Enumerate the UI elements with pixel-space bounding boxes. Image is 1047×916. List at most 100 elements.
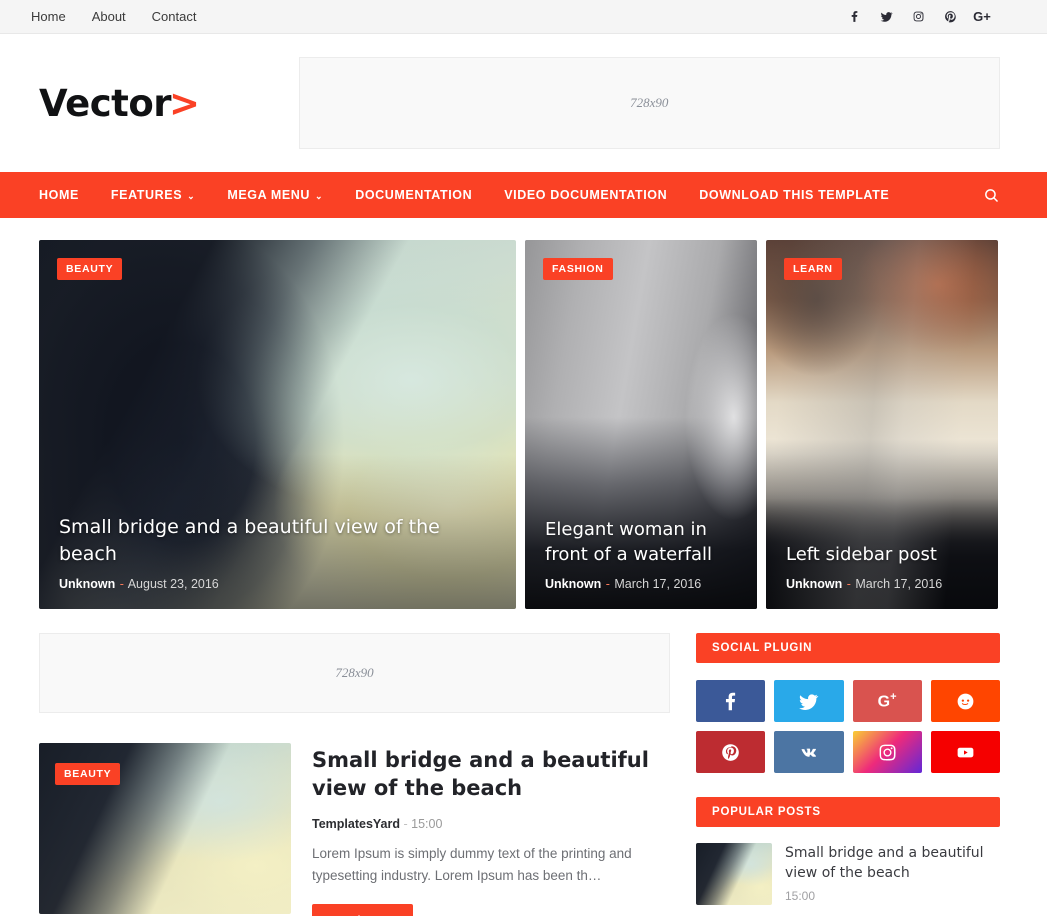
site-logo[interactable]: Vector > <box>39 82 200 125</box>
top-bar: Home About Contact G+ <box>0 0 1047 34</box>
facebook-button[interactable] <box>696 680 766 722</box>
featured-card-1-date: August 23, 2016 <box>127 577 219 591</box>
youtube-icon <box>957 747 974 757</box>
social-plugin-widget: SOCIAL PLUGIN G+ <box>696 633 1000 773</box>
googleplus-icon[interactable]: G+ <box>973 9 991 24</box>
popular-post-thumbnail-image <box>696 843 772 905</box>
read-more-button[interactable]: Read more <box>312 903 414 916</box>
category-badge-beauty[interactable]: BEAUTY <box>57 258 123 280</box>
search-button[interactable] <box>983 187 1022 204</box>
reddit-icon <box>957 693 974 709</box>
social-plugin-title: SOCIAL PLUGIN <box>696 633 1000 663</box>
post-thumbnail[interactable]: BEAUTY <box>39 743 291 914</box>
nav-item-video-documentation[interactable]: VIDEO DOCUMENTATION <box>488 188 683 202</box>
twitter-icon[interactable] <box>879 10 893 24</box>
popular-post-thumbnail[interactable] <box>696 843 772 905</box>
top-nav-about[interactable]: About <box>92 9 126 24</box>
nav-item-home-label: HOME <box>39 188 79 202</box>
main-column: 728x90 BEAUTY Small bridge and a beautif… <box>39 633 670 916</box>
site-header: Vector > 728x90 <box>0 34 1047 172</box>
featured-card-3-overlay: Left sidebar post Unknown - March 17, 20… <box>786 542 978 591</box>
content-ad-banner[interactable]: 728x90 <box>39 633 670 713</box>
featured-card-1-overlay: Small bridge and a beautiful view of the… <box>59 514 496 591</box>
nav-item-documentation-label: DOCUMENTATION <box>355 188 473 202</box>
logo-chevron-icon: > <box>169 81 200 125</box>
page-root: Home About Contact G+ Vector > 728x90 HO… <box>0 0 1047 916</box>
nav-item-video-documentation-label: VIDEO DOCUMENTATION <box>504 188 668 202</box>
content-ad-label: 728x90 <box>335 665 374 680</box>
meta-separator: - <box>119 577 124 591</box>
instagram-button[interactable] <box>852 731 922 773</box>
nav-item-home[interactable]: HOME <box>39 188 95 202</box>
googleplus-button[interactable]: G+ <box>852 680 922 722</box>
sidebar: SOCIAL PLUGIN G+ POPULAR POSTS Small bri… <box>696 633 1000 916</box>
meta-separator: - <box>605 577 610 591</box>
pinterest-icon[interactable] <box>943 10 957 24</box>
facebook-icon <box>726 692 736 710</box>
search-icon <box>985 188 999 202</box>
featured-card-2-overlay: Elegant woman in front of a waterfall Un… <box>545 517 737 591</box>
top-nav-home[interactable]: Home <box>31 9 66 24</box>
main-navigation: HOME FEATURES ⌄ MEGA MENU ⌄ DOCUMENTATIO… <box>0 172 1047 218</box>
nav-item-mega-menu-label: MEGA MENU <box>227 188 311 202</box>
instagram-icon[interactable] <box>911 10 925 24</box>
top-bar-nav: Home About Contact <box>31 9 196 24</box>
popular-post-item[interactable]: Small bridge and a beautiful view of the… <box>696 843 1000 905</box>
pinterest-icon <box>722 743 739 761</box>
featured-card-2-author[interactable]: Unknown <box>545 577 601 591</box>
featured-card-3-date: March 17, 2016 <box>855 577 943 591</box>
post-meta: TemplatesYard - 15:00 <box>312 817 670 831</box>
featured-card-2-date: March 17, 2016 <box>614 577 702 591</box>
category-badge-learn[interactable]: LEARN <box>784 258 842 280</box>
post-body: Small bridge and a beautiful view of the… <box>312 743 670 916</box>
featured-card-2[interactable]: FASHION Elegant woman in front of a wate… <box>525 240 757 609</box>
post-title[interactable]: Small bridge and a beautiful view of the… <box>312 747 670 803</box>
top-nav-contact[interactable]: Contact <box>152 9 197 24</box>
post-excerpt: Lorem Ipsum is simply dummy text of the … <box>312 845 632 883</box>
nav-item-download-template-label: DOWNLOAD THIS TEMPLATE <box>699 188 890 202</box>
popular-posts-list: Small bridge and a beautiful view of the… <box>696 843 1000 905</box>
nav-item-mega-menu[interactable]: MEGA MENU ⌄ <box>211 188 339 202</box>
youtube-button[interactable] <box>930 731 1000 773</box>
popular-post-time: 15:00 <box>785 888 816 903</box>
popular-post-body: Small bridge and a beautiful view of the… <box>785 843 1000 903</box>
top-bar-social-links: G+ <box>847 9 1027 24</box>
vk-button[interactable] <box>774 731 844 773</box>
popular-posts-widget: POPULAR POSTS Small bridge and a beautif… <box>696 797 1000 905</box>
popular-post-title[interactable]: Small bridge and a beautiful view of the… <box>785 844 1000 884</box>
post-author[interactable]: TemplatesYard <box>312 817 400 831</box>
post-time: 15:00 <box>411 816 443 831</box>
nav-item-download-template[interactable]: DOWNLOAD THIS TEMPLATE <box>683 188 905 202</box>
social-buttons-grid: G+ <box>696 680 1000 773</box>
main-nav-items: HOME FEATURES ⌄ MEGA MENU ⌄ DOCUMENTATIO… <box>39 188 905 202</box>
content-area: 728x90 BEAUTY Small bridge and a beautif… <box>0 609 1047 916</box>
featured-posts-grid: BEAUTY Small bridge and a beautiful view… <box>0 218 1047 609</box>
featured-card-3[interactable]: LEARN Left sidebar post Unknown - March … <box>766 240 998 609</box>
featured-card-3-title[interactable]: Left sidebar post <box>786 542 978 568</box>
instagram-icon <box>879 744 896 760</box>
post-category-badge[interactable]: BEAUTY <box>55 763 121 785</box>
header-ad-banner[interactable]: 728x90 <box>298 57 1000 149</box>
twitter-button[interactable] <box>774 680 844 722</box>
googleplus-icon: G+ <box>877 690 897 711</box>
featured-card-1-meta: Unknown - August 23, 2016 <box>59 577 496 591</box>
featured-card-3-meta: Unknown - March 17, 2016 <box>786 577 978 591</box>
facebook-icon[interactable] <box>847 10 861 24</box>
category-badge-fashion[interactable]: FASHION <box>543 258 613 280</box>
pinterest-button[interactable] <box>696 731 766 773</box>
nav-item-features[interactable]: FEATURES ⌄ <box>95 188 211 202</box>
reddit-button[interactable] <box>930 680 1000 722</box>
twitter-icon <box>799 693 819 710</box>
featured-card-2-title[interactable]: Elegant woman in front of a waterfall <box>545 517 737 568</box>
chevron-down-icon: ⌄ <box>187 190 196 201</box>
nav-item-documentation[interactable]: DOCUMENTATION <box>339 188 488 202</box>
popular-posts-title: POPULAR POSTS <box>696 797 1000 827</box>
featured-card-2-meta: Unknown - March 17, 2016 <box>545 577 737 591</box>
meta-separator: - <box>846 577 851 591</box>
post-list-item: BEAUTY Small bridge and a beautiful view… <box>39 743 670 916</box>
featured-card-1-title[interactable]: Small bridge and a beautiful view of the… <box>59 514 496 568</box>
chevron-down-icon: ⌄ <box>315 190 324 201</box>
featured-card-1[interactable]: BEAUTY Small bridge and a beautiful view… <box>39 240 516 609</box>
featured-card-3-author[interactable]: Unknown <box>786 577 842 591</box>
featured-card-1-author[interactable]: Unknown <box>59 577 115 591</box>
